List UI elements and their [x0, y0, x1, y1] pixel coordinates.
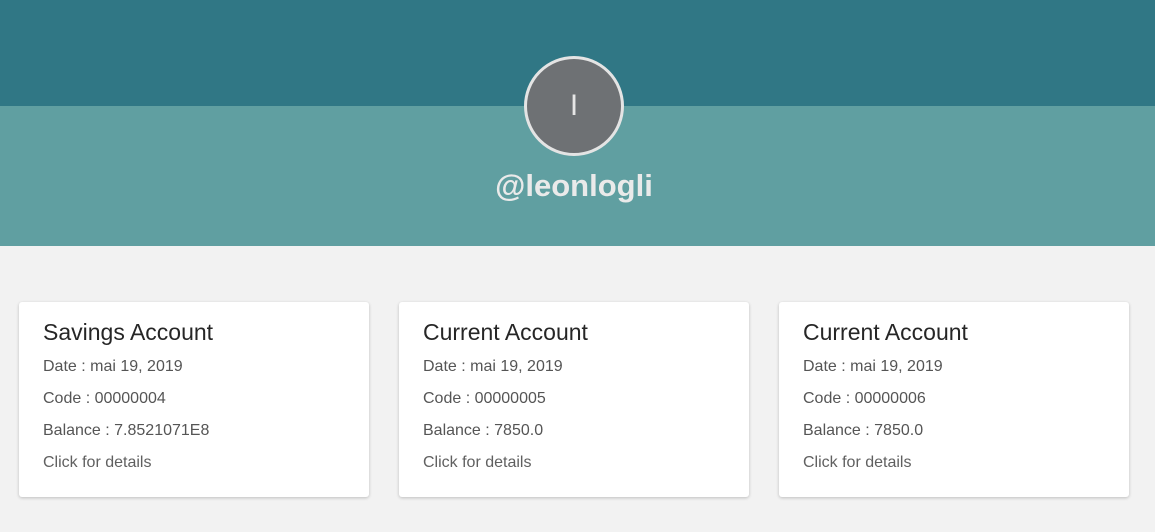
account-title: Current Account: [803, 319, 968, 345]
account-code: Code : 00000004: [43, 390, 166, 407]
details-link[interactable]: Click for details: [43, 453, 345, 473]
details-link[interactable]: Click for details: [803, 453, 1105, 473]
account-code: Code : 00000005: [423, 390, 546, 407]
details-link[interactable]: Click for details: [423, 453, 725, 473]
account-title: Current Account: [423, 319, 588, 345]
account-card-current-1[interactable]: Current Account Date : mai 19, 2019 Code…: [399, 302, 749, 497]
account-cards: Savings Account Date : mai 19, 2019 Code…: [19, 302, 1129, 497]
account-date: Date : mai 19, 2019: [423, 358, 563, 375]
username: @leonlogli: [495, 168, 653, 203]
account-code: Code : 00000006: [803, 390, 926, 407]
avatar: I: [524, 56, 624, 156]
account-date: Date : mai 19, 2019: [43, 358, 183, 375]
account-card-current-2[interactable]: Current Account Date : mai 19, 2019 Code…: [779, 302, 1129, 497]
account-balance: Balance : 7850.0: [803, 422, 924, 439]
account-balance: Balance : 7850.0: [423, 422, 544, 439]
account-balance: Balance : 7.8521071E8: [43, 422, 210, 439]
account-date: Date : mai 19, 2019: [803, 358, 943, 375]
account-card-savings[interactable]: Savings Account Date : mai 19, 2019 Code…: [19, 302, 369, 497]
avatar-initial: I: [569, 89, 579, 122]
account-title: Savings Account: [43, 319, 214, 345]
